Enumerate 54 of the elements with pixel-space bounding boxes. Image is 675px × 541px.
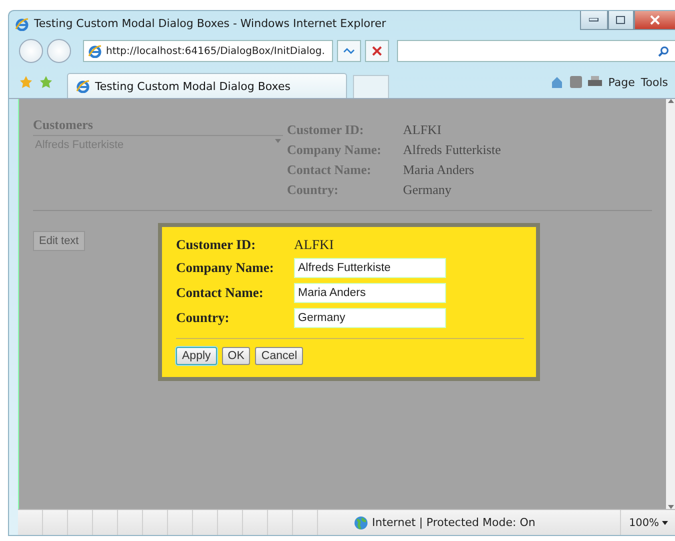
zoom-control[interactable]: 100% (620, 510, 675, 535)
close-icon (650, 15, 660, 25)
window-title: Testing Custom Modal Dialog Boxes - Windows Internet Explorer (34, 17, 386, 30)
globe-icon (354, 516, 368, 530)
search-icon (658, 46, 669, 56)
back-button[interactable] (19, 39, 43, 63)
field-label: Customer ID: (176, 237, 257, 253)
dropdown-arrow-icon (275, 139, 281, 143)
maximize-button[interactable] (608, 11, 634, 30)
star-icon[interactable] (19, 75, 33, 89)
input-field[interactable]: Maria Anders (294, 283, 446, 303)
stop-icon (372, 46, 382, 56)
home-icon[interactable] (550, 75, 564, 89)
dropdown-arrow-icon (662, 520, 668, 524)
new-tab-button[interactable] (353, 75, 389, 98)
browser-icon (15, 16, 29, 30)
scrollbar[interactable] (666, 99, 675, 509)
printer-icon[interactable] (588, 76, 602, 88)
field-label: Customer ID: (287, 122, 365, 138)
command-menu[interactable]: Page (608, 76, 635, 88)
star-icon[interactable] (39, 75, 53, 89)
dialog-button[interactable]: OK (222, 347, 250, 365)
field-value: ALFKI (403, 122, 442, 138)
field-label: Contact Name: (287, 162, 372, 178)
minimize-icon (589, 18, 599, 22)
forward-button[interactable] (47, 39, 71, 63)
section-label: Customers (33, 117, 283, 136)
field-value: Alfreds Futterkiste (403, 142, 501, 158)
field-label: Company Name: (287, 142, 382, 158)
field-label: Company Name: (176, 260, 275, 276)
command-menu[interactable]: Tools (640, 76, 668, 88)
edit-button[interactable]: Edit text (33, 231, 85, 251)
dialog-button[interactable]: Apply (176, 347, 217, 365)
field-label: Country: (176, 310, 230, 326)
field-value: Maria Anders (403, 162, 476, 178)
page-icon (88, 44, 102, 58)
security-zone[interactable]: Internet | Protected Mode: On (354, 516, 536, 530)
stop-button[interactable] (365, 40, 389, 62)
dialog-button[interactable]: Cancel (255, 347, 304, 365)
field-value: Germany (403, 182, 452, 198)
field-value: ALFKI (294, 237, 335, 253)
close-button[interactable] (634, 11, 675, 30)
field-label: Contact Name: (176, 285, 264, 301)
search-field[interactable] (397, 40, 675, 62)
maximize-icon (616, 16, 626, 24)
minimize-button[interactable] (580, 11, 608, 30)
refresh-button[interactable] (337, 40, 361, 62)
browser-icon (76, 79, 90, 93)
browser-tab[interactable]: Testing Custom Modal Dialog Boxes (67, 73, 347, 98)
address-field[interactable]: http://localhost:64165/DialogBox/InitDialog. (83, 40, 333, 62)
input-field[interactable]: Alfreds Futterkiste (294, 258, 446, 278)
field-label: Country: (287, 182, 340, 198)
scroll-up-icon (668, 99, 674, 103)
input-field[interactable]: Germany (294, 308, 446, 328)
